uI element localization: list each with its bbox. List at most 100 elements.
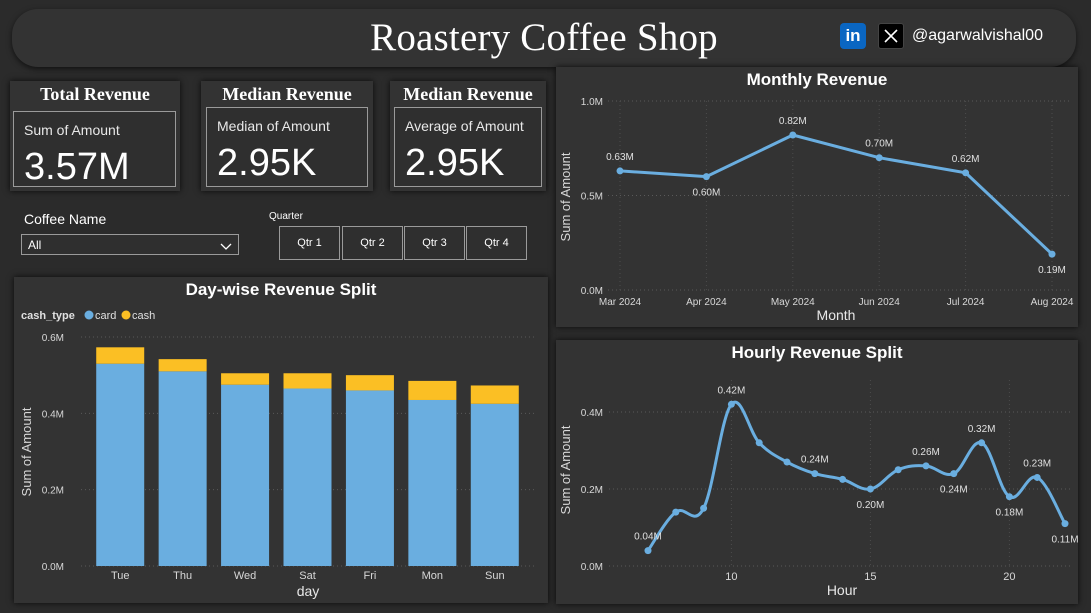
bar-card-Tue (96, 363, 145, 566)
monthly-revenue-line (619, 133, 1054, 256)
coffee-name-label: Coffee Name (24, 211, 107, 227)
day-wise-revenue-chart: cash_type card cash 0.0M 0.2M 0.4M 0.6M Sum of … (19, 310, 534, 599)
data-point (866, 485, 874, 493)
kpi-card-median-revenue: Median Revenue Median of Amount 2.95K (201, 81, 373, 191)
data-point (783, 458, 791, 466)
data-point (789, 131, 797, 139)
data-point (978, 439, 986, 447)
kpi-label: Median of Amount (217, 118, 330, 134)
x-twitter-icon[interactable] (878, 23, 904, 49)
data-point (950, 470, 958, 478)
bar-card-Sun (470, 403, 519, 566)
bar-card-Thu (158, 371, 207, 566)
data-label: 0.62M (952, 154, 980, 165)
bar-cash-Sat (283, 373, 332, 389)
data-point (894, 466, 902, 474)
bar-card-Sat (283, 388, 332, 566)
kpi-value: 3.57M (24, 146, 130, 188)
y-axis-label: Sum of Amount (558, 425, 573, 514)
data-label: 0.24M (940, 485, 968, 496)
kpi-box: Sum of Amount 3.57M (13, 111, 176, 188)
quarter-button-3[interactable]: Qtr 3 (404, 226, 465, 260)
data-point (811, 470, 819, 478)
data-point (1033, 473, 1041, 481)
data-point (616, 167, 624, 175)
x-tick-label: Mon (422, 570, 443, 582)
y-tick-label: 0.5M (581, 192, 603, 203)
kpi-box: Median of Amount 2.95K (206, 107, 368, 187)
bar-card-Mon (408, 399, 457, 566)
quarter-button-2[interactable]: Qtr 2 (342, 226, 403, 260)
x-tick-label: 10 (725, 571, 737, 583)
x-axis-label: Hour (827, 582, 858, 598)
data-label: 0.32M (968, 424, 996, 435)
x-tick-label: Apr 2024 (686, 297, 727, 308)
social-links: in @agarwalvishal00 (840, 23, 1043, 49)
data-point (672, 508, 680, 516)
x-tick-label: Thu (173, 570, 192, 582)
data-point (962, 169, 970, 177)
x-tick-label: Jun 2024 (859, 297, 901, 308)
data-point (1061, 520, 1069, 528)
header-bar: Roastery Coffee Shop in @agarwalvishal00 (12, 9, 1076, 67)
y-tick-label: 0.4M (581, 408, 603, 419)
data-label: 0.11M (1051, 535, 1078, 546)
data-label: 0.82M (779, 116, 807, 127)
quarter-button-1[interactable]: Qtr 1 (279, 226, 340, 260)
bar-cash-Sun (470, 385, 519, 404)
kpi-title: Median Revenue (403, 84, 533, 104)
x-tick-label: Sat (299, 570, 316, 582)
hourly-revenue-chart: 0.0M 0.2M 0.4M 10 15 20 Sum of Amount Hour 0.04M… (558, 380, 1078, 598)
data-point (702, 173, 710, 181)
kpi-label: Average of Amount (405, 118, 524, 134)
x-tick-label: 20 (1003, 571, 1015, 583)
coffee-name-dropdown[interactable]: All (21, 234, 239, 255)
kpi-label: Sum of Amount (24, 122, 120, 138)
kpi-card-average-revenue: Median Revenue Average of Amount 2.95K (390, 81, 546, 191)
data-label: 0.18M (996, 508, 1024, 519)
legend-label-card: card (95, 310, 116, 322)
data-label: 0.42M (718, 385, 746, 396)
bar-card-Wed (221, 384, 270, 566)
data-point (922, 462, 930, 470)
data-point (1048, 250, 1056, 258)
y-tick-label: 0.0M (42, 562, 64, 573)
x-tick-label: Sun (485, 570, 505, 582)
legend-marker-cash (121, 310, 131, 320)
bar-cash-Thu (158, 359, 207, 372)
data-point (875, 154, 883, 162)
x-tick-label: Aug 2024 (1031, 297, 1074, 308)
kpi-card-total-revenue: Total Revenue Sum of Amount 3.57M (10, 81, 180, 191)
y-axis-label: Sum of Amount (19, 407, 34, 496)
bar-card-Fri (345, 390, 394, 566)
data-label: 0.70M (865, 139, 893, 150)
quarter-button-4[interactable]: Qtr 4 (466, 226, 527, 260)
x-tick-label: Jul 2024 (947, 297, 985, 308)
linkedin-icon[interactable]: in (840, 23, 866, 49)
x-tick-label: Wed (234, 570, 256, 582)
quarter-label: Quarter (269, 211, 303, 222)
bar-cash-Fri (345, 375, 394, 391)
kpi-value: 2.95K (217, 142, 317, 184)
data-point (727, 400, 735, 408)
x-tick-label: Tue (111, 570, 130, 582)
data-label: 0.23M (1023, 458, 1051, 469)
kpi-box: Average of Amount 2.95K (394, 107, 542, 187)
data-point (700, 504, 708, 512)
y-tick-label: 1.0M (581, 97, 603, 108)
y-tick-label: 0.2M (42, 486, 64, 497)
y-tick-label: 0.6M (42, 333, 64, 344)
legend-title: cash_type (21, 310, 75, 322)
data-point (755, 439, 763, 447)
bar-cash-Wed (221, 373, 270, 385)
legend-label-cash: cash (132, 310, 155, 322)
x-tick-label: May 2024 (771, 297, 815, 308)
data-label: 0.63M (606, 152, 634, 163)
hourly-revenue-line (646, 400, 1067, 552)
monthly-chart-card: Monthly Revenue 0.0M 0.5M 1.0M Mar 2024 Apr … (556, 67, 1078, 327)
x-axis-label: Month (817, 307, 856, 323)
monthly-revenue-chart: 0.0M 0.5M 1.0M Mar 2024 Apr 2024 May 2024 Jun … (558, 97, 1074, 323)
coffee-name-selected: All (28, 238, 42, 252)
y-tick-label: 0.2M (581, 485, 603, 496)
y-tick-label: 0.0M (581, 562, 603, 573)
